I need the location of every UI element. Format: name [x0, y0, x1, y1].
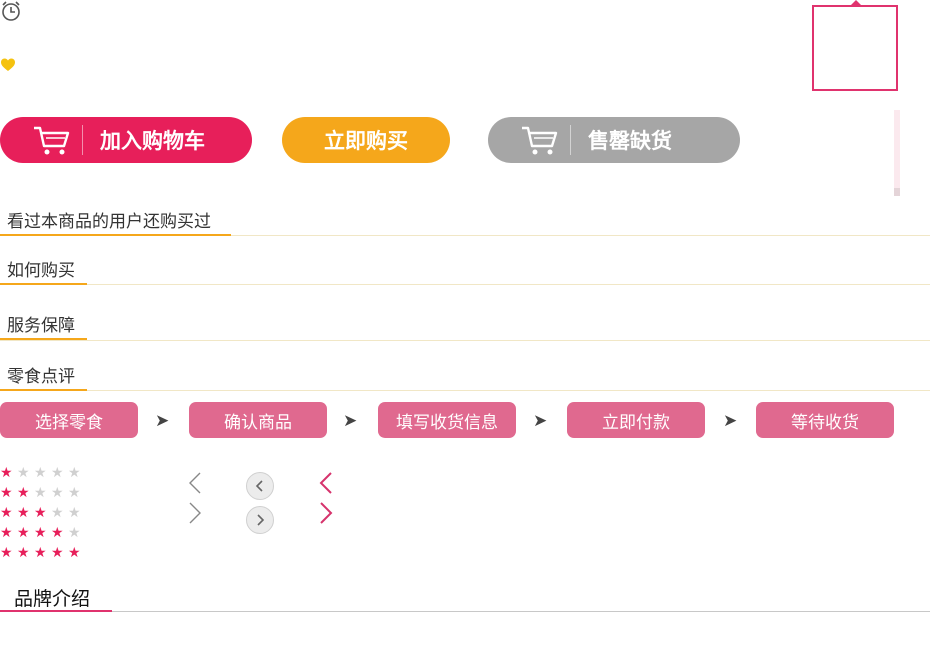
alarm-clock-icon: [2, 1, 20, 21]
next-circle-button[interactable]: [246, 506, 274, 534]
image-preview-frame[interactable]: [812, 5, 898, 91]
heart-icon: [1, 58, 15, 71]
star-empty-icon: ★: [51, 485, 64, 501]
brand-divider: [0, 611, 930, 612]
step-await-delivery: 等待收货: [756, 402, 894, 438]
star-filled-icon: ★: [34, 505, 47, 521]
button-divider: [82, 125, 83, 155]
step-select-snack: 选择零食: [0, 402, 138, 438]
how-to-buy-heading[interactable]: 如何购买: [0, 256, 87, 285]
star-filled-icon: ★: [68, 545, 81, 561]
star-empty-icon: ★: [68, 485, 81, 501]
step-fill-address: 填写收货信息: [378, 402, 516, 438]
also-bought-heading[interactable]: 看过本商品的用户还购买过: [0, 207, 231, 236]
star-filled-icon: ★: [17, 485, 30, 501]
star-filled-icon: ★: [17, 505, 30, 521]
star-rating-row: ★ ★ ★ ★ ★: [0, 545, 85, 561]
star-empty-icon: ★: [68, 465, 81, 481]
star-filled-icon: ★: [0, 545, 13, 561]
star-filled-icon: ★: [51, 525, 64, 541]
star-empty-icon: ★: [17, 465, 30, 481]
reviews-heading[interactable]: 零食点评: [0, 362, 87, 391]
service-heading[interactable]: 服务保障: [0, 311, 87, 340]
brand-intro-heading[interactable]: 品牌介绍: [0, 584, 112, 612]
star-empty-icon: ★: [34, 465, 47, 481]
star-empty-icon: ★: [51, 465, 64, 481]
star-filled-icon: ★: [51, 545, 64, 561]
star-rating-row: ★ ★ ★ ★ ★: [0, 525, 85, 541]
chevron-right-icon[interactable]: [318, 501, 334, 525]
chevron-left-icon: [255, 480, 263, 492]
star-empty-icon: ★: [51, 505, 64, 521]
step-pay-now: 立即付款: [567, 402, 705, 438]
buy-now-button[interactable]: 立即购买: [282, 117, 450, 163]
step-arrow-icon: ➤: [155, 411, 170, 431]
chevron-left-icon[interactable]: [318, 471, 334, 495]
step-confirm-item: 确认商品: [189, 402, 327, 438]
star-filled-icon: ★: [34, 525, 47, 541]
button-divider: [570, 125, 571, 155]
star-filled-icon: ★: [17, 525, 30, 541]
add-to-cart-label: 加入购物车: [100, 129, 205, 153]
star-filled-icon: ★: [17, 545, 30, 561]
star-rating-row: ★ ★ ★ ★ ★: [0, 485, 85, 501]
chevron-right-icon[interactable]: [188, 501, 202, 525]
section-divider: [0, 390, 930, 391]
cart-icon: [522, 126, 558, 155]
section-divider: [0, 284, 930, 285]
step-arrow-icon: ➤: [723, 411, 738, 431]
section-divider: [0, 340, 930, 341]
cart-icon: [34, 126, 70, 155]
star-filled-icon: ★: [0, 485, 13, 501]
star-empty-icon: ★: [68, 505, 81, 521]
star-filled-icon: ★: [0, 465, 13, 481]
star-filled-icon: ★: [34, 545, 47, 561]
sold-out-label: 售罄缺货: [588, 129, 672, 153]
prev-circle-button[interactable]: [246, 472, 274, 500]
buy-now-label: 立即购买: [324, 129, 408, 153]
chevron-right-icon: [257, 514, 265, 526]
add-to-cart-button[interactable]: 加入购物车: [0, 117, 252, 163]
sold-out-button[interactable]: 售罄缺货: [488, 117, 740, 163]
scroll-strip[interactable]: [894, 110, 900, 196]
star-rating-row: ★ ★ ★ ★ ★: [0, 505, 85, 521]
chevron-left-icon[interactable]: [188, 471, 202, 495]
step-arrow-icon: ➤: [533, 411, 548, 431]
star-rating-row: ★ ★ ★ ★ ★: [0, 465, 85, 481]
scroll-strip-end: [894, 188, 900, 196]
star-filled-icon: ★: [0, 505, 13, 521]
step-arrow-icon: ➤: [343, 411, 358, 431]
star-empty-icon: ★: [68, 525, 81, 541]
star-filled-icon: ★: [0, 525, 13, 541]
star-empty-icon: ★: [34, 485, 47, 501]
